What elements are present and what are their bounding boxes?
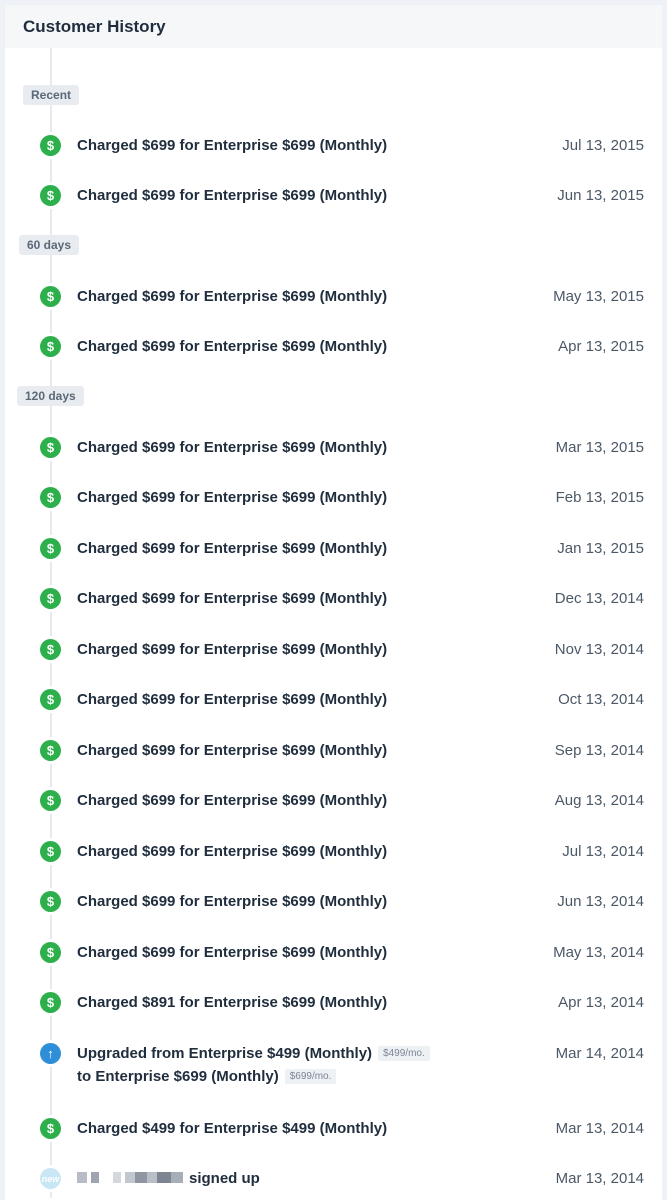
event-date: Mar 14, 2014	[555, 1045, 644, 1062]
dollar-icon: $	[40, 1118, 61, 1139]
dollar-icon: $	[40, 841, 61, 862]
history-event: $ Charged $699 for Enterprise $699 (Mont…	[5, 788, 662, 814]
history-event: $ Charged $699 for Enterprise $699 (Mont…	[5, 284, 662, 310]
event-text: Charged $699 for Enterprise $699 (Monthl…	[77, 944, 388, 961]
signup-event: new signed up Mar 13, 2014	[5, 1166, 662, 1192]
event-date: Jul 13, 2015	[562, 137, 644, 154]
dollar-icon: $	[40, 437, 61, 458]
event-text: Charged $699 for Enterprise $699 (Monthl…	[77, 641, 388, 658]
dollar-icon: $	[40, 588, 61, 609]
upgrade-event: ↑ Upgraded from Enterprise $499 (Monthly…	[5, 1041, 662, 1091]
event-date: Apr 13, 2015	[558, 338, 644, 355]
dollar-icon: $	[40, 689, 61, 710]
signup-text: signed up	[189, 1170, 260, 1187]
dollar-icon: $	[40, 740, 61, 761]
history-event: $ Charged $699 for Enterprise $699 (Mont…	[5, 334, 662, 360]
history-event: $ Charged $699 for Enterprise $699 (Mont…	[5, 435, 662, 461]
event-text: Upgraded from Enterprise $499 (Monthly) $…	[77, 1045, 430, 1085]
event-text: Charged $699 for Enterprise $699 (Monthl…	[77, 590, 388, 607]
dollar-icon: $	[40, 286, 61, 307]
dollar-icon: $	[40, 639, 61, 660]
group-label-60-days: 60 days	[19, 235, 80, 255]
event-date: Aug 13, 2014	[554, 792, 644, 809]
event-text: Charged $699 for Enterprise $699 (Monthl…	[77, 792, 388, 809]
event-date: Sep 13, 2014	[554, 742, 644, 759]
history-event: $ Charged $699 for Enterprise $699 (Mont…	[5, 536, 662, 562]
event-text: Charged $699 for Enterprise $699 (Monthl…	[77, 338, 388, 355]
event-date: Jan 13, 2015	[557, 540, 644, 557]
event-text: Charged $699 for Enterprise $699 (Monthl…	[77, 137, 388, 154]
event-date: Oct 13, 2014	[558, 691, 644, 708]
upgrade-to-line: to Enterprise $699 (Monthly) $699/mo.	[77, 1068, 430, 1085]
event-text: Charged $699 for Enterprise $699 (Monthl…	[77, 489, 388, 506]
history-event: $ Charged $699 for Enterprise $699 (Mont…	[5, 687, 662, 713]
event-date: Apr 13, 2014	[558, 994, 644, 1011]
group-label-120-days: 120 days	[17, 386, 84, 406]
price-tag-from: $499/mo.	[378, 1046, 430, 1061]
history-event: $ Charged $699 for Enterprise $699 (Mont…	[5, 889, 662, 915]
event-date: Dec 13, 2014	[554, 590, 644, 607]
history-event: $ Charged $699 for Enterprise $699 (Mont…	[5, 637, 662, 663]
history-event: $ Charged $891 for Enterprise $699 (Mont…	[5, 990, 662, 1016]
event-date: Feb 13, 2015	[555, 489, 644, 506]
timeline-line	[50, 48, 52, 1198]
event-date: May 13, 2014	[553, 944, 644, 961]
customer-history-panel: Customer History Recent $ Charged $699 f…	[5, 5, 662, 1200]
dollar-icon: $	[40, 992, 61, 1013]
dollar-icon: $	[40, 185, 61, 206]
event-text: Charged $499 for Enterprise $499 (Monthl…	[77, 1120, 388, 1137]
dollar-icon: $	[40, 487, 61, 508]
event-date: May 13, 2015	[553, 288, 644, 305]
upgrade-to-text: to Enterprise $699 (Monthly)	[77, 1068, 279, 1085]
history-event: $ Charged $699 for Enterprise $699 (Mont…	[5, 485, 662, 511]
event-text: Charged $699 for Enterprise $699 (Monthl…	[77, 187, 388, 204]
history-event: $ Charged $699 for Enterprise $699 (Mont…	[5, 940, 662, 966]
event-text: Charged $699 for Enterprise $699 (Monthl…	[77, 893, 388, 910]
event-text: Charged $891 for Enterprise $699 (Monthl…	[77, 994, 388, 1011]
event-date: Jun 13, 2015	[557, 187, 644, 204]
dollar-icon: $	[40, 135, 61, 156]
group-label-recent: Recent	[23, 85, 80, 105]
dollar-icon: $	[40, 790, 61, 811]
history-event: $ Charged $699 for Enterprise $699 (Mont…	[5, 839, 662, 865]
price-tag-to: $699/mo.	[284, 1069, 337, 1084]
history-event: $ Charged $699 for Enterprise $699 (Mont…	[5, 586, 662, 612]
history-event: $ Charged $699 for Enterprise $699 (Mont…	[5, 133, 662, 159]
panel-title: Customer History	[23, 16, 166, 36]
arrow-up-icon: ↑	[40, 1043, 61, 1064]
event-date: Mar 13, 2014	[555, 1170, 644, 1187]
upgrade-from-text: Upgraded from Enterprise $499 (Monthly)	[77, 1045, 373, 1062]
event-date: Jun 13, 2014	[557, 893, 644, 910]
event-text: Charged $699 for Enterprise $699 (Monthl…	[77, 439, 388, 456]
event-date: Jul 13, 2014	[562, 843, 644, 860]
event-date: Mar 13, 2014	[555, 1120, 644, 1137]
event-date: Mar 13, 2015	[555, 439, 644, 456]
panel-header: Customer History	[5, 5, 662, 48]
history-event: $ Charged $699 for Enterprise $699 (Mont…	[5, 738, 662, 764]
dollar-icon: $	[40, 942, 61, 963]
dollar-icon: $	[40, 336, 61, 357]
redacted-customer-name	[77, 1172, 183, 1183]
event-date: Nov 13, 2014	[554, 641, 644, 658]
dollar-icon: $	[40, 538, 61, 559]
new-badge-icon: new	[40, 1168, 61, 1189]
event-text: Charged $699 for Enterprise $699 (Monthl…	[77, 540, 388, 557]
event-text: Charged $699 for Enterprise $699 (Monthl…	[77, 742, 388, 759]
history-event: $ Charged $699 for Enterprise $699 (Mont…	[5, 183, 662, 209]
event-text: Charged $699 for Enterprise $699 (Monthl…	[77, 691, 388, 708]
history-event: $ Charged $499 for Enterprise $499 (Mont…	[5, 1116, 662, 1142]
event-text: Charged $699 for Enterprise $699 (Monthl…	[77, 288, 388, 305]
dollar-icon: $	[40, 891, 61, 912]
event-text: Charged $699 for Enterprise $699 (Monthl…	[77, 843, 388, 860]
event-text: signed up	[77, 1170, 260, 1187]
